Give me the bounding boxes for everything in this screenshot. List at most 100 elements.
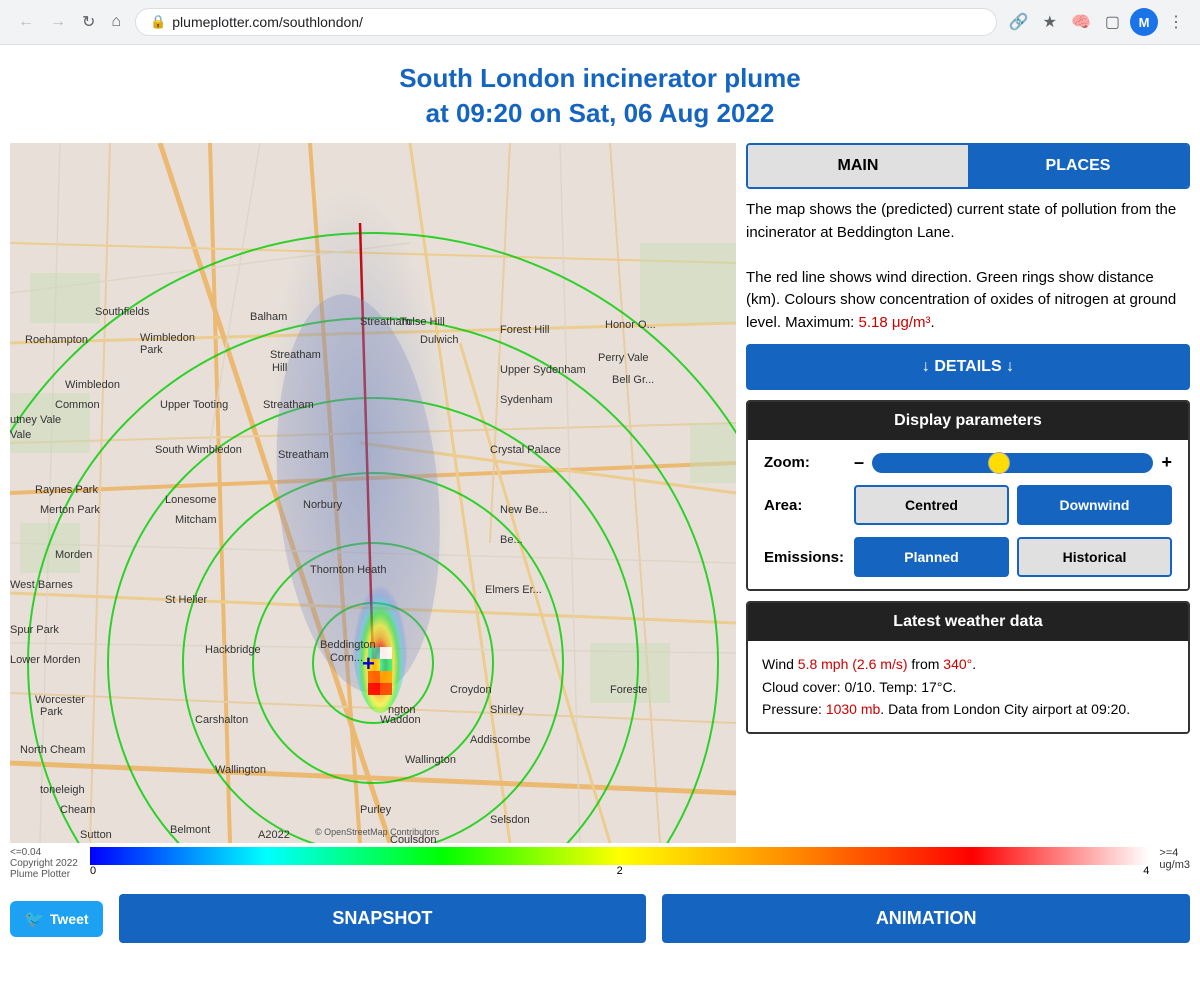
svg-text:ngton: ngton (388, 704, 416, 716)
max-value-inline: 5.18 μg/m³ (859, 314, 931, 331)
svg-text:Wimbledon: Wimbledon (140, 332, 195, 344)
svg-text:Forest Hill: Forest Hill (500, 324, 550, 336)
nav-buttons: ← → ↻ ⌂ (12, 8, 127, 36)
svg-text:Raynes Park: Raynes Park (35, 484, 98, 496)
details-button[interactable]: ↓ DETAILS ↓ (746, 344, 1190, 390)
extension-button[interactable]: 🧠 (1067, 8, 1095, 36)
scale-row: <=0.04 Copyright 2022 Plume Plotter 0 2 … (10, 843, 1190, 884)
svg-text:Streatham: Streatham (270, 349, 321, 361)
svg-text:West Barnes: West Barnes (10, 579, 73, 591)
svg-text:Crystal Palace: Crystal Palace (490, 444, 561, 456)
scale-right-label: >=4 (1159, 847, 1190, 859)
svg-text:A2022: A2022 (258, 829, 290, 841)
svg-text:Perry Vale: Perry Vale (598, 352, 649, 364)
weather-content: Wind 5.8 mph (2.6 m/s) from 340°.Cloud c… (748, 641, 1188, 732)
svg-text:Shirley: Shirley (490, 704, 524, 716)
svg-text:Wallington: Wallington (215, 764, 266, 776)
svg-text:Carshalton: Carshalton (195, 714, 248, 726)
svg-text:Bell Gr...: Bell Gr... (612, 374, 654, 386)
svg-text:Beddington: Beddington (320, 639, 376, 651)
url-text: plumeplotter.com/southlondon/ (172, 14, 363, 30)
area-label: Area: (764, 497, 844, 514)
svg-text:Mitcham: Mitcham (175, 514, 217, 526)
svg-text:Croydon: Croydon (450, 684, 492, 696)
zoom-controls: – + (854, 452, 1172, 473)
browser-toolbar: ← → ↻ ⌂ 🔒 plumeplotter.com/southlondon/ … (0, 0, 1200, 45)
forward-button[interactable]: → (44, 8, 72, 36)
places-tab[interactable]: PLACES (968, 145, 1188, 187)
area-row: Area: Centred Downwind (764, 485, 1172, 525)
svg-text:utney Vale: utney Vale (10, 414, 61, 426)
svg-text:Upper Tooting: Upper Tooting (160, 399, 228, 411)
svg-text:Norbury: Norbury (303, 499, 343, 511)
map-container[interactable]: + Roehampton Southfields Wimbledon Commo… (10, 143, 736, 843)
animation-button[interactable]: ANIMATION (662, 894, 1190, 943)
copyright-block: <=0.04 Copyright 2022 Plume Plotter (10, 847, 80, 880)
menu-button[interactable]: ⋮ (1164, 8, 1188, 36)
display-params-panel: Display parameters Zoom: – + (746, 400, 1190, 591)
svg-text:Selsdon: Selsdon (490, 814, 530, 826)
zoom-slider[interactable] (872, 453, 1153, 473)
lock-icon: 🔒 (150, 14, 166, 30)
historical-button[interactable]: Historical (1017, 537, 1172, 577)
svg-text:Park: Park (40, 706, 63, 718)
svg-text:Be...: Be... (500, 534, 523, 546)
tab-button[interactable]: ▢ (1101, 8, 1124, 36)
zoom-thumb (988, 452, 1010, 474)
svg-text:New Be...: New Be... (500, 504, 548, 516)
svg-text:Elmers Er...: Elmers Er... (485, 584, 542, 596)
svg-text:Wimbledon: Wimbledon (65, 379, 120, 391)
star-button[interactable]: ★ (1039, 8, 1061, 36)
reload-button[interactable]: ↻ (76, 8, 101, 36)
svg-text:Merton Park: Merton Park (40, 504, 100, 516)
snapshot-button[interactable]: SNAPSHOT (119, 894, 647, 943)
params-content: Zoom: – + Area: Centred (748, 440, 1188, 589)
tab-buttons: MAIN PLACES (746, 143, 1190, 189)
emissions-controls: Planned Historical (854, 537, 1172, 577)
centred-button[interactable]: Centred (854, 485, 1009, 525)
scale-unit: ug/m3 (1159, 859, 1190, 871)
address-bar[interactable]: 🔒 plumeplotter.com/southlondon/ (135, 8, 997, 36)
svg-text:Corn...: Corn... (330, 652, 363, 664)
zoom-minus-button[interactable]: – (854, 452, 864, 473)
svg-text:Belmont: Belmont (170, 824, 210, 836)
page-content: South London incinerator plume at 09:20 … (0, 45, 1200, 953)
svg-text:Honor O...: Honor O... (605, 319, 656, 331)
planned-button[interactable]: Planned (854, 537, 1009, 577)
svg-text:Sutton: Sutton (80, 829, 112, 841)
main-layout: + Roehampton Southfields Wimbledon Commo… (10, 143, 1190, 843)
info-text: The map shows the (predicted) current st… (746, 199, 1190, 334)
home-button[interactable]: ⌂ (105, 8, 127, 36)
svg-text:+: + (362, 651, 375, 676)
zoom-plus-button[interactable]: + (1161, 452, 1172, 473)
tweet-label: Tweet (50, 911, 89, 927)
svg-text:Wallington: Wallington (405, 754, 456, 766)
svg-text:Balham: Balham (250, 311, 287, 323)
svg-text:Morden: Morden (55, 549, 92, 561)
svg-text:Streatham: Streatham (360, 316, 411, 328)
scale-section: <=0.04 Copyright 2022 Plume Plotter 0 2 … (10, 843, 1190, 884)
tweet-button[interactable]: 🐦 Tweet (10, 901, 103, 937)
browser-actions: 🔗 ★ 🧠 ▢ M ⋮ (1005, 8, 1188, 36)
scale-tick-4: 4 (1143, 865, 1149, 877)
page-title: South London incinerator plume at 09:20 … (0, 45, 1200, 143)
gradient-block: 0 2 4 (90, 847, 1149, 877)
svg-text:Hill: Hill (272, 362, 287, 374)
share-button[interactable]: 🔗 (1005, 8, 1033, 36)
weather-title: Latest weather data (748, 603, 1188, 641)
svg-text:Roehampton: Roehampton (25, 334, 88, 346)
zoom-row: Zoom: – + (764, 452, 1172, 473)
svg-text:Common: Common (55, 399, 100, 411)
twitter-icon: 🐦 (24, 909, 44, 929)
svg-text:North Cheam: North Cheam (20, 744, 85, 756)
scale-ticks: 0 2 4 (90, 865, 1149, 877)
main-tab[interactable]: MAIN (748, 145, 968, 187)
svg-text:Foreste: Foreste (610, 684, 647, 696)
svg-text:toneleigh: toneleigh (40, 784, 85, 796)
svg-text:© OpenStreetMap Contributors: © OpenStreetMap Contributors (315, 827, 440, 837)
back-button[interactable]: ← (12, 8, 40, 36)
avatar[interactable]: M (1130, 8, 1158, 36)
svg-text:Park: Park (140, 344, 163, 356)
scale-tick-2: 2 (617, 865, 623, 877)
downwind-button[interactable]: Downwind (1017, 485, 1172, 525)
